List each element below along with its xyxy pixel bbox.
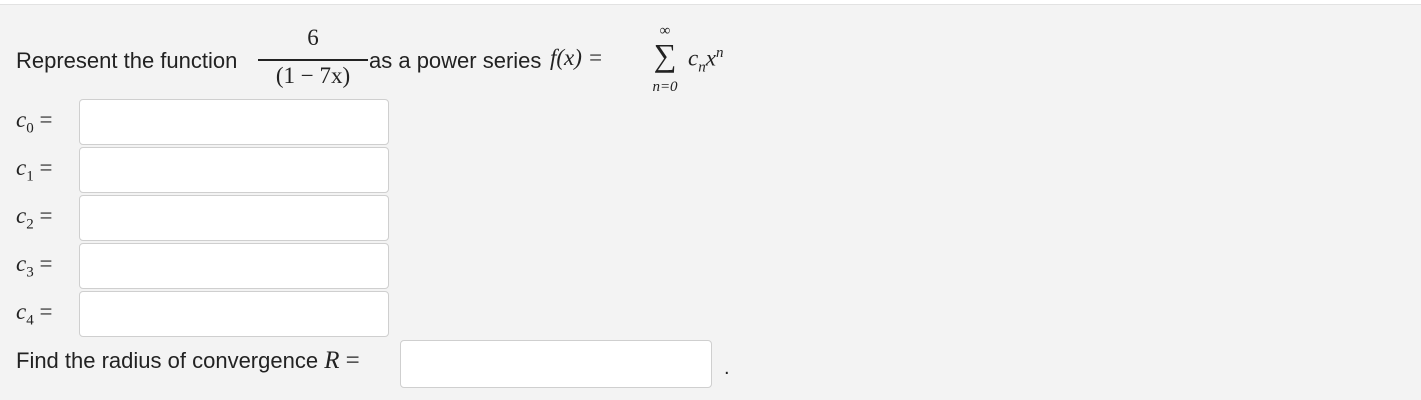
summation: ∞ ∑ n=0 — [644, 23, 686, 103]
coefficient-input-c3[interactable] — [79, 243, 389, 289]
coefficient-label-c3: c3 = — [16, 251, 53, 281]
radius-variable: R — [324, 347, 340, 374]
radius-input[interactable] — [400, 340, 712, 388]
question-panel: Represent the function 6 (1 − 7x) as a p… — [0, 4, 1421, 400]
coefficient-input-c4[interactable] — [79, 291, 389, 337]
series-term: cnxn — [688, 45, 723, 76]
coefficient-input-c2[interactable] — [79, 195, 389, 241]
term-coefficient-subscript: n — [698, 59, 706, 76]
term-variable: x — [705, 45, 716, 71]
sum-symbol: ∑ — [653, 37, 677, 73]
sum-lower-limit: n=0 — [652, 79, 678, 95]
trailing-period: . — [724, 357, 730, 379]
function-fraction: 6 (1 − 7x) — [258, 23, 368, 103]
coefficient-input-c1[interactable] — [79, 147, 389, 193]
question-prefix: Represent the function — [16, 48, 238, 73]
coefficient-label-c4: c4 = — [16, 299, 53, 329]
term-coefficient: c — [688, 45, 699, 71]
fraction-denominator: (1 − 7x) — [275, 63, 351, 88]
question-middle: as a power series — [369, 48, 542, 73]
series-lhs: f(x) = — [550, 45, 604, 70]
coefficient-label-c2: c2 = — [16, 203, 53, 233]
term-exponent: n — [715, 45, 724, 61]
radius-prompt-line: Find the radius of convergence R = — [16, 347, 360, 375]
radius-prompt: Find the radius of convergence — [16, 348, 319, 373]
coefficient-label-c1: c1 = — [16, 155, 53, 185]
coefficient-input-c0[interactable] — [79, 99, 389, 145]
fraction-bar — [258, 59, 368, 61]
fraction-numerator: 6 — [307, 25, 319, 50]
coefficient-label-c0: c0 = — [16, 107, 53, 137]
radius-equals: = — [345, 347, 360, 374]
